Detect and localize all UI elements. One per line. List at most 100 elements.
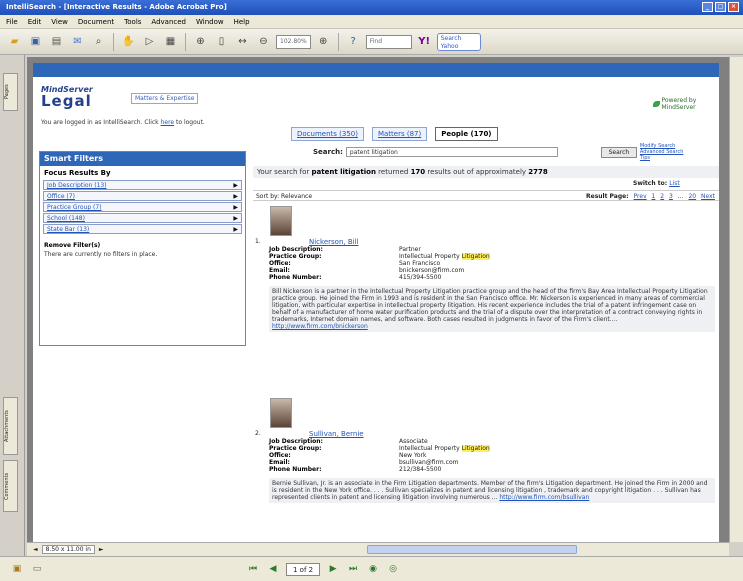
save-icon[interactable]: ▣ <box>27 33 44 50</box>
no-filters-text: There are currently no filters in place. <box>44 251 158 258</box>
prev-link[interactable]: Prev <box>634 193 647 200</box>
email-link[interactable]: bsullivan@firm.com <box>399 459 458 466</box>
summary-text: results out of approximately <box>427 168 527 176</box>
yahoo-search[interactable]: Search Yahoo <box>436 32 481 51</box>
logout-link[interactable]: here <box>161 119 175 126</box>
smart-filters-panel: Smart Filters Focus Results By Job Descr… <box>39 151 246 346</box>
switch-list-link[interactable]: List <box>669 180 680 187</box>
toolbar: ▰ ▣ ▤ ✉ ⌕ ✋ ▷ ▦ ⊕ ▯ ↔ ⊖ 102.80% ⊕ ? Find… <box>0 29 743 55</box>
scroll-left-icon[interactable]: ◄ <box>33 546 38 553</box>
find-box[interactable]: Find <box>365 34 412 49</box>
vertical-scrollbar[interactable] <box>729 57 743 542</box>
page-header-bar <box>33 63 719 77</box>
print-icon[interactable]: ▤ <box>48 33 65 50</box>
summary-count: 170 <box>410 168 426 176</box>
zoom-tool-icon[interactable]: ⊕ <box>192 33 209 50</box>
prev-page-icon[interactable]: ◀ <box>266 562 280 576</box>
pages-tab[interactable]: Pages <box>3 73 18 111</box>
filter-office[interactable]: Office (7) ▶ <box>43 191 242 201</box>
horizontal-scrollbar[interactable]: ◄ 8.50 x 11.00 in ► <box>27 542 729 556</box>
person-name-link[interactable]: Sullivan, Bernie <box>309 430 364 438</box>
attachments-tab[interactable]: Attachments <box>3 397 18 455</box>
result-tabs: Documents (350) Matters (87) People (170… <box>291 127 498 141</box>
back-icon[interactable]: ◉ <box>366 562 380 576</box>
field-value: 212/384-5500 <box>399 466 442 473</box>
field-key: Phone Number: <box>269 466 322 473</box>
advanced-search-link[interactable]: Modify Search Advanced Search Tips <box>640 143 686 161</box>
person-name-link[interactable]: Nickerson, Bill <box>309 238 358 246</box>
zoom-out-icon[interactable]: ⊖ <box>255 33 272 50</box>
comments-tab[interactable]: Comments <box>3 460 18 512</box>
powered-by-text: Powered by MindServer <box>661 97 697 111</box>
person-fields: Job Description: Partner Practice Group: I… <box>269 246 490 281</box>
menu-document[interactable]: Document <box>78 18 114 26</box>
yahoo-icon[interactable]: Y! <box>416 33 433 50</box>
help-icon[interactable]: ? <box>345 33 362 50</box>
result-number: 1. <box>255 238 261 245</box>
triangle-right-icon: ▶ <box>233 193 238 200</box>
filter-state-bar[interactable]: State Bar (13) ▶ <box>43 224 242 234</box>
scroll-right-icon[interactable]: ► <box>99 546 104 553</box>
email-link[interactable]: bnickerson@firm.com <box>399 267 464 274</box>
menu-edit[interactable]: Edit <box>28 18 42 26</box>
person-bio: Bernie Sullivan, Jr. is an associate in … <box>269 478 715 503</box>
zoom-in-icon[interactable]: ⊕ <box>315 33 332 50</box>
page-link[interactable]: 20 <box>688 193 696 200</box>
menu-window[interactable]: Window <box>196 18 224 26</box>
scrollbar-thumb[interactable] <box>367 545 577 554</box>
minimize-button[interactable]: _ <box>702 2 713 12</box>
profile-link[interactable]: http://www.firm.com/bsullivan <box>499 494 589 501</box>
triangle-right-icon: ▶ <box>233 182 238 189</box>
select-tool-icon[interactable]: ▷ <box>141 33 158 50</box>
menu-file[interactable]: File <box>6 18 18 26</box>
field-key: Job Description: <box>269 246 323 253</box>
last-page-icon[interactable]: ⏭ <box>346 562 360 576</box>
close-button[interactable]: × <box>728 2 739 12</box>
tab-people[interactable]: People (170) <box>435 127 498 141</box>
page-link[interactable]: 3 <box>669 193 673 200</box>
results-summary: Your search for patent litigation return… <box>253 166 719 178</box>
sort-bar: Sort by: Relevance Result Page: Prev 1 2… <box>253 190 719 201</box>
menu-advanced[interactable]: Advanced <box>151 18 186 26</box>
tab-documents[interactable]: Documents (350) <box>291 127 364 141</box>
zoom-select[interactable]: 102.80% <box>276 34 311 49</box>
sort-label[interactable]: Sort by: Relevance <box>256 193 312 200</box>
brand-tagline[interactable]: Matters & Expertise <box>131 93 199 104</box>
hand-tool-icon[interactable]: ✋ <box>120 33 137 50</box>
field-key: Email: <box>269 267 290 274</box>
menu-view[interactable]: View <box>51 18 68 26</box>
snapshot-icon[interactable]: ▦ <box>162 33 179 50</box>
email-icon[interactable]: ✉ <box>69 33 86 50</box>
bio-text: Bill Nickerson is a partner in the Intel… <box>272 288 708 323</box>
maximize-button[interactable]: □ <box>715 2 726 12</box>
tab-matters[interactable]: Matters (87) <box>371 127 428 141</box>
logo-name: Legal <box>41 92 92 110</box>
search-button[interactable]: Search <box>600 146 637 158</box>
menu-tools[interactable]: Tools <box>124 18 141 26</box>
menu-help[interactable]: Help <box>234 18 250 26</box>
filter-job-description[interactable]: Job Description (13) ▶ <box>43 180 242 190</box>
next-link[interactable]: Next <box>701 193 715 200</box>
fit-page-icon[interactable]: ▯ <box>213 33 230 50</box>
page-size[interactable]: 8.50 x 11.00 in <box>41 545 95 554</box>
field-key: Phone Number: <box>269 274 322 281</box>
field-key: Office: <box>269 452 291 459</box>
page-link[interactable]: 1 <box>652 193 656 200</box>
login-status: You are logged in as IntelliSearch. Clic… <box>41 119 247 127</box>
focus-results-heading: Focus Results By <box>44 169 111 177</box>
first-page-icon[interactable]: ⏮ <box>246 562 260 576</box>
next-page-icon[interactable]: ▶ <box>326 562 340 576</box>
field-value: Intellectual Property Litigation <box>399 445 490 452</box>
page-link[interactable]: 2 <box>660 193 664 200</box>
filter-practice-group[interactable]: Practice Group (7) ▶ <box>43 202 242 212</box>
fit-width-icon[interactable]: ↔ <box>234 33 251 50</box>
forward-icon[interactable]: ◎ <box>386 562 400 576</box>
open-icon[interactable]: ▰ <box>6 33 23 50</box>
profile-link[interactable]: http://www.firm.com/bnickerson <box>272 323 368 330</box>
page-number-box[interactable]: 1 of 2 <box>286 562 321 576</box>
menu-bar: File Edit View Document Tools Advanced W… <box>0 15 743 29</box>
filter-school[interactable]: School (148) ▶ <box>43 213 242 223</box>
search-icon[interactable]: ⌕ <box>90 33 107 50</box>
filter-label: Job Description (13) <box>47 182 107 189</box>
search-input[interactable]: patent litigation <box>345 147 558 157</box>
